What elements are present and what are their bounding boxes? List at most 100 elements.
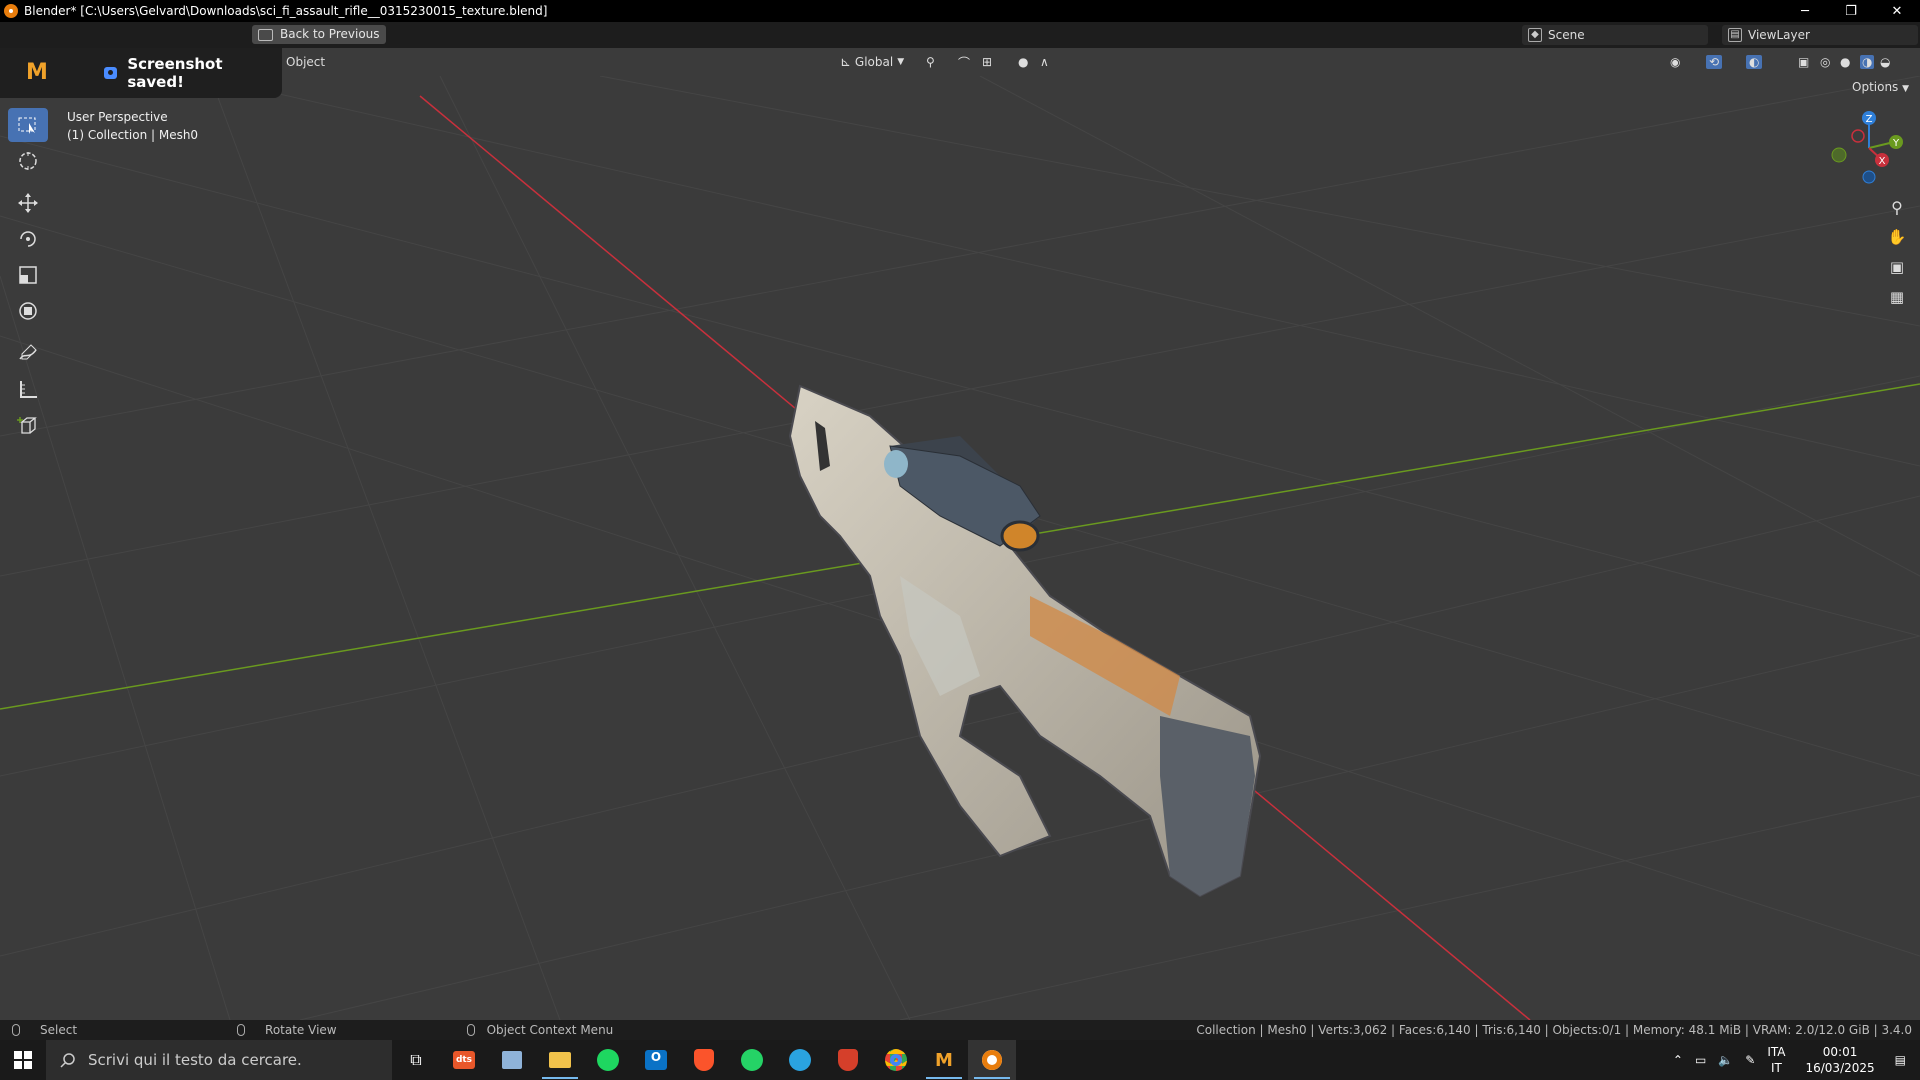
visibility-dropdown[interactable]: ◉ — [1666, 51, 1684, 73]
m-app-icon: M — [935, 1049, 953, 1071]
start-button[interactable] — [0, 1040, 46, 1080]
shading-wireframe[interactable]: ◎ — [1816, 51, 1834, 73]
hand-icon: ✋ — [1887, 228, 1907, 246]
taskbar-app-outlook[interactable]: O — [632, 1040, 680, 1080]
xray-icon: ▣ — [1798, 55, 1810, 69]
taskbar-search[interactable]: Scrivi qui il testo da cercare. — [46, 1040, 392, 1080]
object-menu[interactable]: Object — [282, 51, 329, 73]
language-indicator[interactable]: ITA IT — [1767, 1044, 1785, 1076]
pan-button[interactable]: ✋ — [1880, 222, 1914, 252]
options-dropdown[interactable]: Options ▼ — [1852, 80, 1909, 100]
move-tool[interactable] — [8, 186, 48, 220]
top-header: Back to Previous ◆ Scene ▤ ViewLayer — [0, 22, 1920, 48]
taskbar-app-dts[interactable]: dts — [440, 1040, 488, 1080]
screenshot-toast: M Screenshot saved! — [0, 48, 282, 98]
scale-tool[interactable] — [8, 258, 48, 292]
spotify-icon — [597, 1049, 619, 1071]
blender-icon — [4, 4, 18, 18]
chevron-up-icon[interactable]: ⌃ — [1673, 1053, 1683, 1067]
taskbar-app-telegram[interactable] — [776, 1040, 824, 1080]
snap-dropdown[interactable]: ⊞ — [978, 51, 996, 73]
taskbar-app-spotify[interactable] — [584, 1040, 632, 1080]
gizmo-z-label: Z — [1866, 114, 1873, 125]
network-icon[interactable]: ▭ — [1695, 1053, 1706, 1067]
restore-button[interactable]: ❐ — [1828, 0, 1874, 22]
scene-label: Scene — [1548, 28, 1585, 42]
annotate-icon — [19, 344, 37, 360]
measure-icon — [20, 381, 37, 398]
windows-icon — [14, 1051, 32, 1069]
select-box-tool[interactable] — [8, 108, 48, 142]
minimize-button[interactable]: ─ — [1782, 0, 1828, 22]
cursor-tool[interactable] — [8, 144, 48, 178]
snap-toggle[interactable]: ⌒ — [954, 51, 974, 73]
taskbar-app-chrome[interactable] — [872, 1040, 920, 1080]
rotate-tool[interactable] — [8, 222, 48, 256]
rendered-icon: ◒ — [1880, 55, 1891, 69]
perspective-toggle[interactable]: ▦ — [1880, 282, 1914, 312]
taskbar-app-blender[interactable] — [968, 1040, 1016, 1080]
pivot-dropdown[interactable]: ⚲ — [922, 51, 939, 73]
gizmo-neg-y[interactable] — [1831, 147, 1847, 163]
notification-icon[interactable]: ▤ — [1895, 1053, 1906, 1067]
taskbar-app-explorer[interactable] — [536, 1040, 584, 1080]
shading-solid[interactable]: ● — [1836, 51, 1854, 73]
dts-icon: dts — [452, 1051, 476, 1069]
camera-icon: ▣ — [1889, 258, 1905, 276]
eye-icon: ◉ — [1670, 55, 1681, 69]
select-box-icon — [18, 117, 36, 134]
zoom-button[interactable]: ⚲ — [1880, 192, 1914, 222]
scene-selector[interactable]: ◆ Scene — [1522, 25, 1708, 45]
gizmo-neg-x[interactable] — [1851, 129, 1865, 143]
proportional-toggle[interactable]: ● — [1014, 51, 1032, 73]
close-button[interactable]: ✕ — [1874, 0, 1920, 22]
outlook-icon: O — [645, 1050, 667, 1070]
mouse-middle-icon — [237, 1024, 246, 1036]
volume-icon[interactable]: 🔈 — [1718, 1053, 1733, 1067]
status-context-label: Object Context Menu — [486, 1023, 614, 1037]
clock[interactable]: 00:01 16/03/2025 — [1805, 1044, 1874, 1076]
pivot-icon: ⚲ — [926, 55, 935, 69]
scene-stats: Collection | Mesh0 | Verts:3,062 | Faces… — [1196, 1023, 1912, 1037]
xray-toggle[interactable]: ▣ — [1794, 51, 1813, 73]
gizmo-x-label: X — [1879, 156, 1886, 167]
orientation-dropdown[interactable]: ⊾ Global ▼ — [836, 51, 908, 73]
snap-icon: ⌒ — [958, 55, 971, 70]
mouse-left-icon — [12, 1024, 20, 1036]
brave-icon — [694, 1049, 714, 1071]
taskbar-app-brave[interactable] — [680, 1040, 728, 1080]
add-cube-tool[interactable] — [8, 408, 48, 442]
status-context: Object Context Menu — [466, 1023, 614, 1037]
measure-tool[interactable] — [8, 372, 48, 406]
search-placeholder: Scrivi qui il testo da cercare. — [88, 1051, 302, 1069]
falloff-dropdown[interactable]: ∧ — [1036, 51, 1053, 73]
annotate-tool[interactable] — [8, 336, 48, 370]
clock-date: 16/03/2025 — [1805, 1061, 1875, 1075]
viewlayer-selector[interactable]: ▤ ViewLayer — [1722, 25, 1918, 45]
pen-icon[interactable]: ✎ — [1745, 1053, 1755, 1067]
taskbar-app-files[interactable] — [488, 1040, 536, 1080]
mouse-right-icon — [466, 1024, 475, 1036]
task-view-button[interactable]: ⧉ — [392, 1040, 440, 1080]
back-to-previous-button[interactable]: Back to Previous — [252, 25, 386, 44]
taskbar-app-whatsapp[interactable] — [728, 1040, 776, 1080]
brave-alt-icon — [838, 1049, 858, 1071]
chevron-down-icon: ▼ — [897, 57, 905, 67]
gizmo-neg-z[interactable] — [1862, 170, 1876, 184]
files-icon — [502, 1051, 522, 1069]
taskbar-app-brave-alt[interactable] — [824, 1040, 872, 1080]
3d-viewport[interactable]: User Perspective (1) Collection | Mesh0 … — [0, 76, 1920, 1020]
transform-tool[interactable] — [8, 294, 48, 328]
scale-icon — [19, 266, 37, 284]
shading-rendered[interactable]: ◒ — [1876, 51, 1894, 73]
navigation-gizmo[interactable]: Z Y X — [1822, 108, 1916, 188]
overlay-toggle[interactable]: ◐ — [1742, 51, 1766, 73]
proportional-icon: ● — [1018, 55, 1029, 69]
falloff-icon: ∧ — [1040, 55, 1049, 69]
transform-icon — [19, 302, 37, 320]
gizmo-toggle[interactable]: ⟲ — [1702, 51, 1726, 73]
camera-icon — [103, 67, 118, 79]
perspective-label: User Perspective — [67, 110, 168, 124]
camera-view-button[interactable]: ▣ — [1880, 252, 1914, 282]
taskbar-app-m[interactable]: M — [920, 1040, 968, 1080]
